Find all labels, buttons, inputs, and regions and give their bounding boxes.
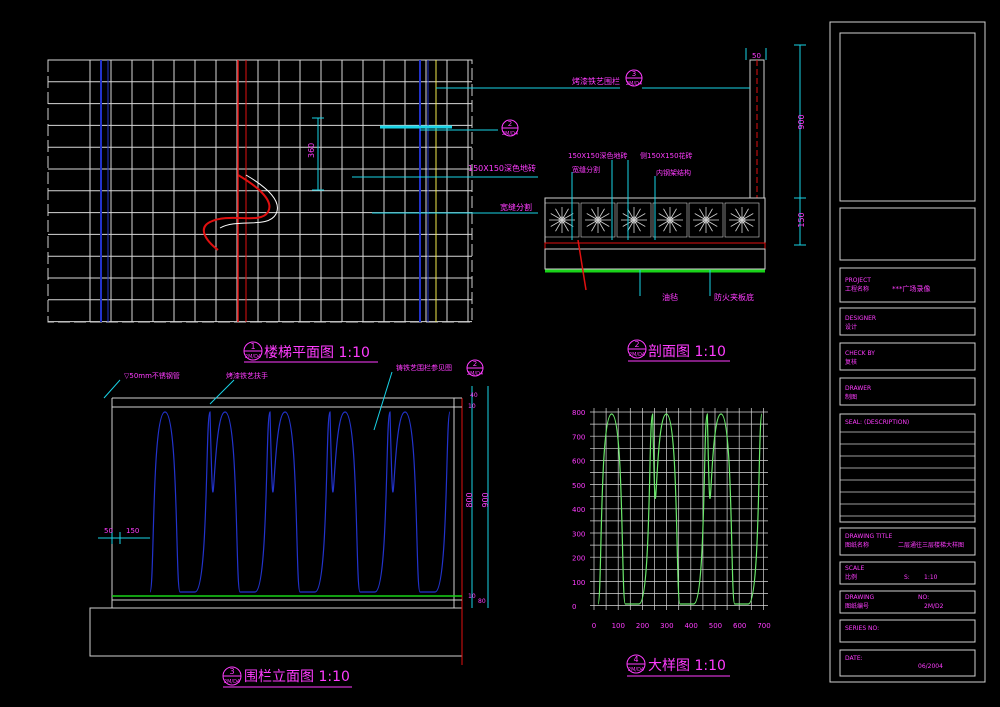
detail-y-tick: 300	[572, 530, 585, 538]
detail-ref-sheet: 2M/D4	[628, 667, 644, 673]
stair-plan-view: 360 150X150深色地砖 宽缝分割 2 2M/D4 1 2M/D4 楼梯平…	[47, 59, 620, 363]
elevation-dim-10-bottom: 10	[468, 593, 476, 600]
check-label-cn: 复核	[845, 358, 857, 366]
plan-dim-360: 360	[307, 143, 316, 158]
designer-label-cn: 设计	[845, 323, 857, 331]
detail-y-tick: 700	[572, 433, 585, 441]
detail-title: 大样图 1:10	[648, 658, 726, 674]
detail-x-tick: 600	[733, 622, 746, 630]
section-ref-num: 2	[634, 340, 639, 349]
section-dim-50: 50	[752, 52, 761, 60]
scale-label: SCALE	[845, 565, 864, 572]
seal-label: SEAL: (DESCRIPTION)	[845, 419, 909, 426]
detail-x-tick: 200	[636, 622, 649, 630]
detail-x-tick: 700	[757, 622, 770, 630]
drawing-title-label-cn: 图纸名称	[845, 541, 869, 549]
drawing-title-value: 二层通往三层楼梯大样图	[898, 541, 964, 549]
section-dim-900: 900	[797, 114, 806, 129]
drawing-title-label: DRAWING TITLE	[845, 533, 893, 540]
detail-y-tick: 400	[572, 506, 585, 514]
elevation-dim-800: 800	[465, 492, 474, 507]
detail-y-tick: 0	[572, 603, 576, 611]
label-dark-tile: 150X150深色地砖	[568, 151, 628, 160]
elevation-dim-50: 50	[104, 527, 113, 535]
detail-x-tick: 300	[660, 622, 673, 630]
elevation-dim-900: 900	[481, 492, 490, 507]
detail-x-tick: 0	[592, 622, 596, 630]
project-label: PROJECT	[845, 277, 871, 284]
detail-x-tick: 400	[684, 622, 697, 630]
cad-drawing-sheet: 360 150X150深色地砖 宽缝分割 2 2M/D4 1 2M/D4 楼梯平…	[0, 0, 1000, 707]
elevation-dim-40: 40	[470, 392, 478, 399]
elevation-ref-sheet: 2M/D4	[224, 679, 240, 685]
scale-value: 1:10	[924, 574, 938, 581]
detail-y-tick: 500	[572, 482, 585, 490]
elevation-dim-80: 80	[478, 598, 486, 605]
label-railing: 烤漆铁艺围栏	[572, 76, 620, 86]
label-steel-frame: 内钢架结构	[656, 168, 691, 177]
designer-label: DESIGNER	[845, 315, 876, 322]
check-label: CHECK BY	[845, 350, 875, 357]
drawer-label-cn: 制图	[845, 393, 857, 401]
elevation-dim-150: 150	[126, 527, 139, 535]
drawing-no-label: DRAWING	[845, 594, 875, 601]
plan-title: 楼梯平面图 1:10	[264, 345, 370, 361]
label-wide-gap: 宽缝分割	[572, 165, 600, 174]
plan-callout-num: 2	[508, 120, 512, 128]
note-dark-tile: 150X150深色地砖	[468, 163, 536, 173]
detail-ref-num: 4	[633, 655, 638, 664]
date-value: 06/2004	[918, 663, 943, 670]
plan-ref-num: 1	[250, 342, 255, 351]
drawer-label: DRAWER	[845, 385, 871, 392]
detail-y-tick: 600	[572, 458, 585, 466]
plan-callout-sheet: 2M/D4	[502, 131, 518, 137]
elevation-dim-10-top: 10	[468, 403, 476, 410]
drawing-canvas: 360 150X150深色地砖 宽缝分割 2 2M/D4 1 2M/D4 楼梯平…	[47, 21, 986, 688]
detail-grid	[590, 408, 768, 610]
section-callout-num: 3	[632, 70, 636, 78]
elevation-callout-num: 2	[473, 360, 477, 368]
detail-view: 800 700 600 500 400 300 200 100 0 0 100 200 300 400 50…	[572, 408, 771, 677]
section-title: 剖面图 1:10	[648, 344, 726, 360]
label-felt: 油毡	[662, 292, 678, 302]
detail-x-tick: 500	[709, 622, 722, 630]
label-steel-pipe: ▽50mm不锈钢管	[124, 371, 180, 380]
title-block: PROJECT 工程名称 ***广场录像 DESIGNER 设计 CHECK B…	[829, 21, 986, 683]
logo-box	[839, 32, 976, 202]
date-box	[839, 649, 976, 677]
scale-label-cn: 比例	[845, 573, 857, 581]
section-dim-150: 150	[797, 212, 806, 227]
section-ref-sheet: 2M/D4	[629, 352, 645, 358]
drawing-no-label-no: NO:	[918, 594, 929, 601]
project-label-cn: 工程名称	[845, 285, 869, 293]
elevation-title: 围栏立面图 1:10	[244, 669, 350, 685]
railing-wave	[149, 411, 451, 593]
plan-ref-sheet: 2M/D4	[245, 354, 261, 360]
elevation-ref-num: 3	[229, 667, 234, 676]
railing-elevation-view: ▽50mm不锈钢管 烤漆铁艺扶手 铸铁艺围栏参见图 2 2M/D4 50 150…	[89, 359, 490, 688]
detail-y-tick: 100	[572, 579, 585, 587]
series-label: SERIES NO:	[845, 625, 879, 632]
date-label: DATE:	[845, 655, 863, 662]
detail-x-tick: 100	[612, 622, 625, 630]
section-view: 150X150深色地砖 宽缝分割 侧150X150花砖 内钢架结构 油毡 防火夹…	[544, 44, 806, 362]
elevation-callout-sheet: 2M/D4	[467, 371, 483, 377]
drawing-no-label-cn: 图纸编号	[845, 602, 869, 610]
detail-y-tick: 200	[572, 555, 585, 563]
section-callout-sheet: 2M/D4	[626, 81, 642, 87]
label-board: 防火夹板底	[714, 292, 754, 302]
section-flower-tiles	[544, 202, 760, 238]
label-handrail: 烤漆铁艺扶手	[226, 371, 268, 380]
scale-s: S:	[904, 574, 910, 581]
elevation-base	[89, 607, 463, 657]
drawing-no-value: 2M/D2	[924, 603, 944, 610]
note-wide-gap: 宽缝分割	[500, 202, 532, 212]
label-flower-tile: 侧150X150花砖	[640, 151, 693, 160]
detail-y-tick: 800	[572, 409, 585, 417]
project-value: ***广场录像	[892, 284, 931, 293]
info-box	[839, 207, 976, 261]
label-detail-ref: 铸铁艺围栏参见图	[396, 363, 452, 372]
